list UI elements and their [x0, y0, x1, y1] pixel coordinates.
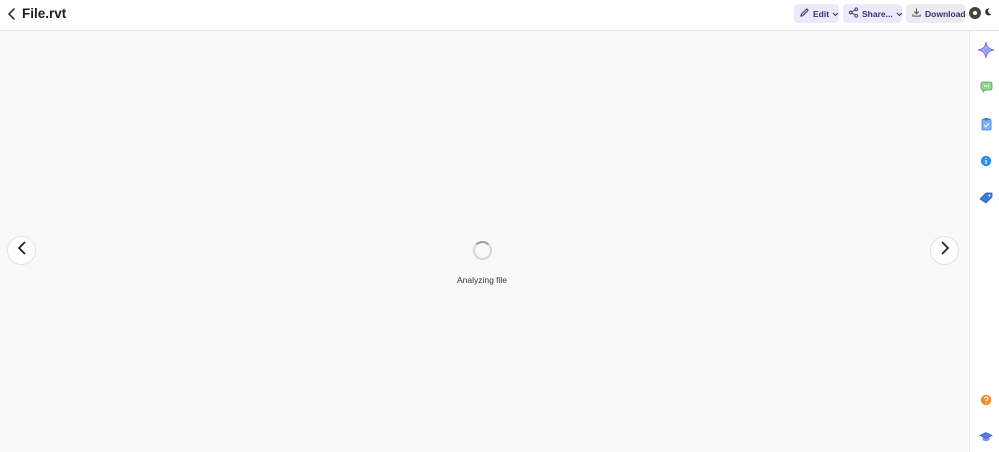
- download-icon: [911, 7, 922, 20]
- top-bar: File.rvt Edit Share... Download: [0, 0, 999, 31]
- back-icon[interactable]: [4, 6, 20, 22]
- chevron-down-icon: [896, 9, 903, 19]
- pencil-icon: [799, 7, 810, 20]
- download-label: Download: [925, 8, 966, 19]
- chat-icon[interactable]: [979, 80, 993, 94]
- graduation-cap-icon[interactable]: [979, 430, 993, 444]
- clipboard-icon[interactable]: [979, 117, 993, 131]
- sparkle-icon[interactable]: [977, 41, 995, 59]
- edit-label: Edit: [813, 8, 830, 19]
- theme-toggle[interactable]: [969, 6, 993, 20]
- analyzing-status: Analyzing file: [456, 275, 508, 285]
- right-sidebar: [969, 31, 999, 452]
- help-icon[interactable]: [979, 393, 993, 407]
- loading-spinner: [473, 241, 492, 260]
- edit-button[interactable]: Edit: [794, 4, 839, 23]
- chevron-left-icon: [17, 241, 27, 260]
- file-title: File.rvt: [22, 6, 67, 21]
- share-button[interactable]: Share...: [843, 4, 903, 23]
- chevron-down-icon: [832, 9, 839, 19]
- next-file-button[interactable]: [930, 236, 959, 265]
- share-label: Share...: [862, 8, 893, 19]
- previous-file-button[interactable]: [7, 236, 36, 265]
- tag-icon[interactable]: [979, 191, 993, 205]
- info-icon[interactable]: [979, 154, 993, 168]
- share-icon: [848, 7, 859, 20]
- sun-icon: [969, 7, 981, 19]
- file-preview-area: Analyzing file: [0, 31, 969, 452]
- chevron-right-icon: [940, 241, 950, 260]
- download-button[interactable]: Download: [906, 4, 966, 23]
- moon-icon: [983, 4, 993, 22]
